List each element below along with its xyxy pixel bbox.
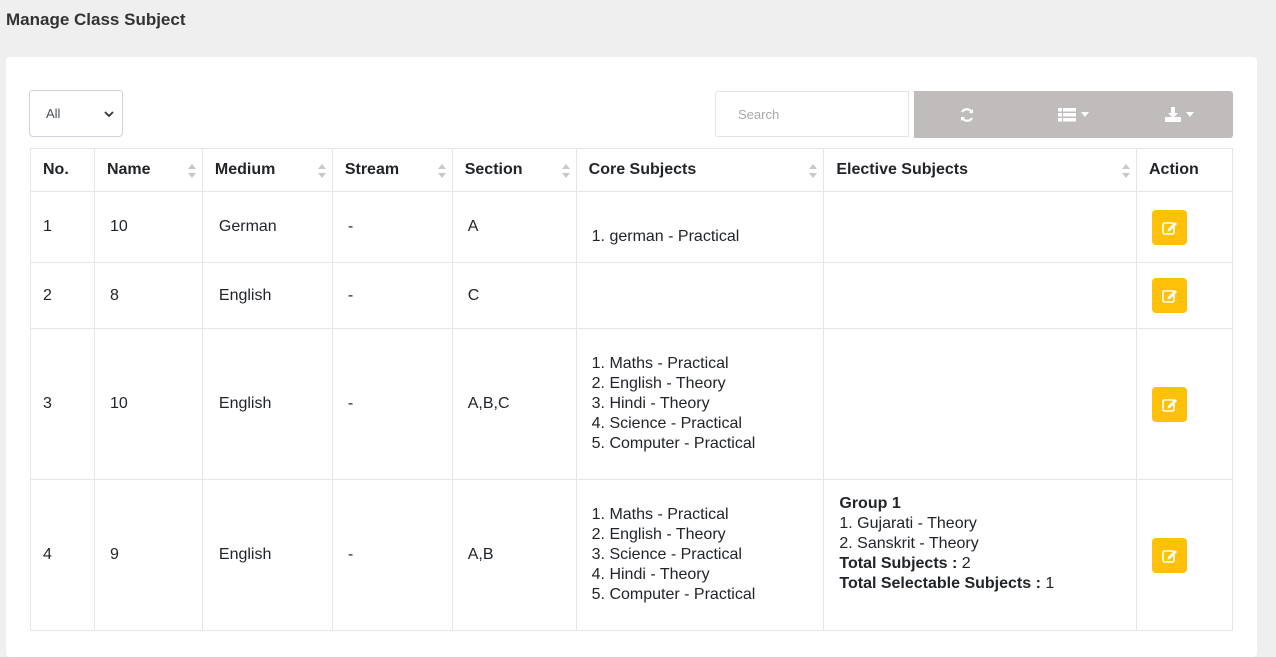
cell-section: A — [451, 191, 577, 263]
cell-action — [1136, 191, 1233, 263]
core-subject-item: 5. Computer - Practical — [591, 435, 756, 452]
total-selectable-value: 1 — [1045, 575, 1055, 592]
cell-stream: - — [331, 328, 453, 480]
table-row: 3 10 English - A,B,C 1. Maths - Practica… — [30, 328, 1233, 480]
cell-name: 10 — [93, 191, 203, 263]
cell-action — [1136, 479, 1233, 631]
cell-action — [1136, 328, 1233, 480]
core-subject-item: 2. English - Theory — [591, 526, 726, 543]
core-subject-item: 1. german - Practical — [591, 228, 740, 245]
class-subject-table: No. Name Medium Stream Section Core Subj… — [30, 148, 1233, 631]
cell-name: 8 — [93, 262, 203, 329]
total-subjects-line: Total Subjects : 2 — [839, 554, 1124, 574]
core-subject-item: 2. English - Theory — [591, 375, 726, 392]
elective-subject-item: 2. Sanskrit - Theory — [839, 535, 979, 552]
cell-elective-subjects — [823, 262, 1137, 329]
sort-icon — [317, 164, 326, 178]
table-row: 4 9 English - A,B 1. Maths - Practical 2… — [30, 479, 1233, 631]
refresh-icon — [961, 107, 974, 122]
cell-elective-subjects — [823, 328, 1137, 480]
table-row: 2 8 English - C — [30, 262, 1233, 329]
core-subject-item: 5. Computer - Practical — [591, 586, 756, 603]
core-subject-item: 1. Maths - Practical — [591, 506, 729, 523]
search-input[interactable] — [715, 91, 909, 137]
total-subjects-label: Total Subjects : — [839, 555, 958, 572]
total-selectable-label: Total Selectable Subjects : — [839, 575, 1041, 592]
sort-icon — [437, 164, 446, 178]
cell-core-subjects: 1. german - Practical — [575, 191, 825, 263]
edit-button[interactable] — [1152, 278, 1187, 313]
cell-section: C — [451, 262, 577, 329]
column-header-core-subjects[interactable]: Core Subjects — [575, 148, 825, 192]
cell-no: 2 — [30, 262, 95, 329]
total-selectable-line: Total Selectable Subjects : 1 — [839, 574, 1124, 594]
edit-button[interactable] — [1152, 537, 1187, 573]
elective-group-title: Group 1 — [839, 495, 901, 512]
refresh-button[interactable] — [914, 91, 1020, 138]
edit-icon — [1161, 221, 1177, 235]
download-icon — [1165, 107, 1182, 122]
cell-stream: - — [331, 479, 453, 631]
column-header-stream[interactable]: Stream — [331, 148, 453, 192]
edit-button[interactable] — [1152, 209, 1187, 245]
table-toolbar — [914, 91, 1233, 138]
edit-button[interactable] — [1152, 386, 1187, 422]
column-header-medium[interactable]: Medium — [201, 148, 333, 192]
cell-core-subjects — [575, 262, 825, 329]
core-subject-item: 4. Science - Practical — [591, 415, 742, 432]
cell-no: 4 — [30, 479, 95, 631]
cell-medium: English — [201, 479, 333, 631]
cell-no: 3 — [30, 328, 95, 480]
caret-down-icon — [1080, 112, 1089, 117]
cell-section: A,B,C — [451, 328, 577, 480]
cell-name: 9 — [93, 479, 203, 631]
table-header-row: No. Name Medium Stream Section Core Subj… — [30, 148, 1233, 192]
cell-elective-subjects: Group 1 1. Gujarati - Theory 2. Sanskrit… — [823, 479, 1137, 631]
sort-icon — [1122, 164, 1130, 178]
cell-section: A,B — [451, 479, 577, 631]
page-title: Manage Class Subject — [6, 10, 186, 29]
filter-select-value: All — [46, 106, 61, 121]
edit-icon — [1161, 549, 1177, 563]
export-button[interactable] — [1127, 91, 1233, 138]
elective-subject-item: 1. Gujarati - Theory — [839, 515, 977, 532]
filter-select[interactable]: All — [29, 90, 123, 137]
cell-stream: - — [331, 191, 453, 263]
cell-medium: English — [201, 328, 333, 480]
columns-button[interactable] — [1020, 91, 1126, 138]
caret-down-icon — [1186, 112, 1195, 117]
chevron-down-icon — [104, 110, 114, 117]
table-row: 1 10 German - A 1. german - Practical — [30, 191, 1233, 263]
core-subject-item: 1. Maths - Practical — [591, 355, 729, 372]
column-header-section[interactable]: Section — [451, 148, 577, 192]
edit-icon — [1161, 398, 1177, 412]
cell-medium: English — [201, 262, 333, 329]
columns-icon — [1057, 107, 1076, 121]
column-header-name[interactable]: Name — [93, 148, 203, 192]
cell-core-subjects: 1. Maths - Practical 2. English - Theory… — [575, 328, 825, 480]
sort-icon — [561, 164, 570, 178]
column-header-action: Action — [1136, 148, 1233, 192]
column-header-no[interactable]: No. — [30, 148, 95, 192]
cell-medium: German — [201, 191, 333, 263]
cell-core-subjects: 1. Maths - Practical 2. English - Theory… — [575, 479, 825, 631]
total-subjects-value: 2 — [961, 555, 971, 572]
cell-action — [1136, 262, 1233, 329]
cell-elective-subjects — [823, 191, 1137, 263]
core-subject-item: 4. Hindi - Theory — [591, 566, 710, 583]
cell-stream: - — [331, 262, 453, 329]
cell-no: 1 — [30, 191, 95, 263]
core-subject-item: 3. Science - Practical — [591, 546, 742, 563]
core-subject-item: 3. Hindi - Theory — [591, 395, 710, 412]
sort-icon — [187, 164, 196, 178]
edit-icon — [1161, 290, 1177, 303]
content-card: All Search No. Name Medium Stream Sectio… — [6, 57, 1257, 657]
cell-name: 10 — [93, 328, 203, 480]
sort-icon — [809, 164, 818, 178]
column-header-elective-subjects[interactable]: Elective Subjects — [823, 148, 1137, 192]
